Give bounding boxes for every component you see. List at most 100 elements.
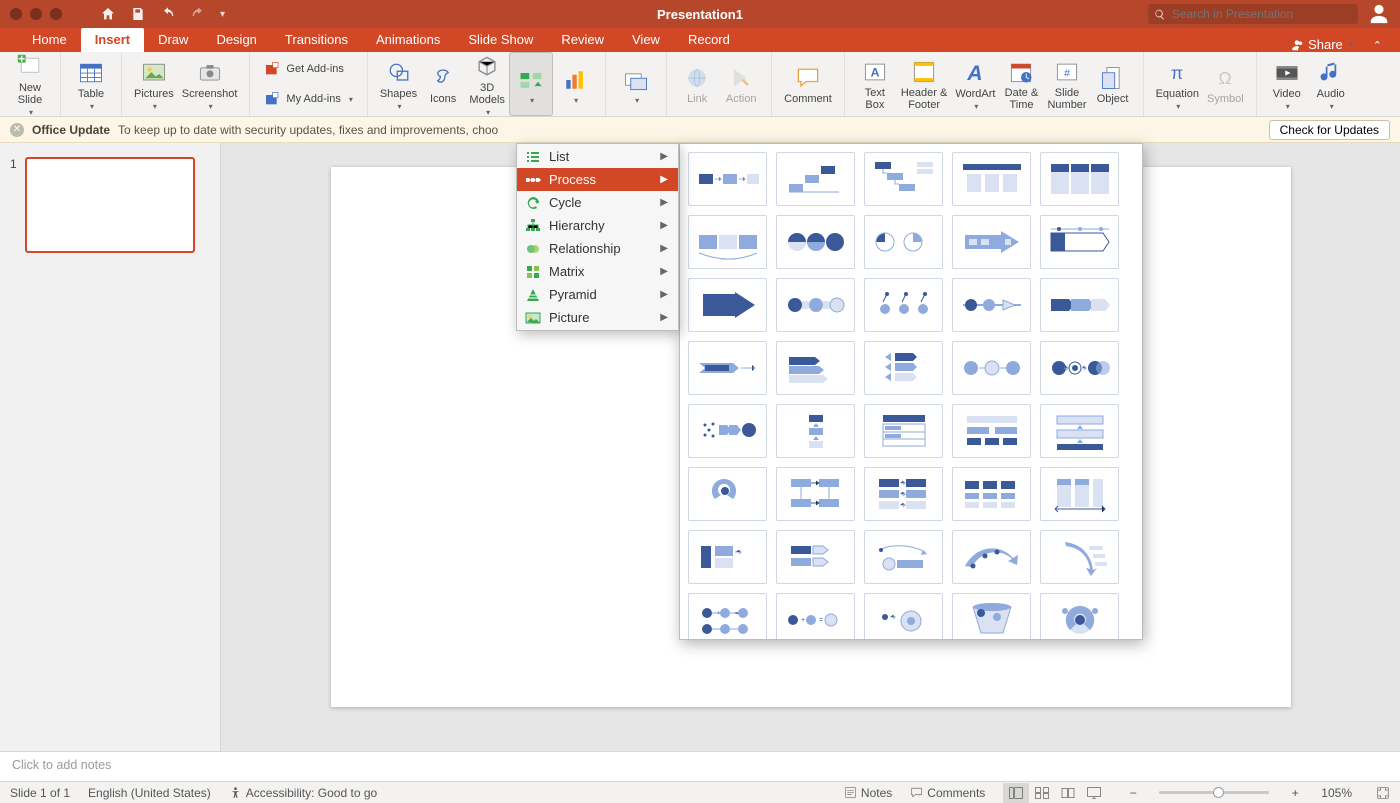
fit-to-window-icon[interactable] xyxy=(1376,786,1390,800)
smartart-layout-tile[interactable] xyxy=(776,215,855,269)
zoom-percentage[interactable]: 105% xyxy=(1321,786,1352,800)
search-input[interactable] xyxy=(1172,7,1352,21)
tab-view[interactable]: View xyxy=(618,28,674,52)
get-addins-button[interactable]: Get Add-ins xyxy=(258,56,358,82)
datetime-button[interactable]: Date & Time xyxy=(999,52,1043,116)
slide-sorter-view-button[interactable] xyxy=(1029,783,1055,803)
smartart-layout-tile[interactable] xyxy=(952,593,1031,639)
smartart-layout-tile[interactable] xyxy=(952,152,1031,206)
smartart-layout-tile[interactable] xyxy=(1040,215,1119,269)
smartart-layout-tile[interactable] xyxy=(688,215,767,269)
smartart-layout-tile[interactable] xyxy=(952,215,1031,269)
accessibility-status[interactable]: Accessibility: Good to go xyxy=(229,786,377,800)
normal-view-button[interactable] xyxy=(1003,783,1029,803)
smartart-layout-tile[interactable] xyxy=(864,467,943,521)
tab-design[interactable]: Design xyxy=(202,28,270,52)
chart-button[interactable]: ▾ xyxy=(553,52,597,116)
pictures-button[interactable]: Pictures ▾ xyxy=(130,52,178,116)
smartart-menu-pyramid[interactable]: Pyramid ▶ xyxy=(517,283,678,306)
tab-slideshow[interactable]: Slide Show xyxy=(454,28,547,52)
smartart-layout-tile[interactable] xyxy=(688,278,767,332)
smartart-layout-tile[interactable] xyxy=(688,152,767,206)
smartart-layout-tile[interactable] xyxy=(1040,593,1119,639)
icons-button[interactable]: Icons xyxy=(421,52,465,116)
smartart-layout-tile[interactable] xyxy=(1040,341,1119,395)
smartart-layout-tile[interactable] xyxy=(864,530,943,584)
close-window-button[interactable] xyxy=(10,8,22,20)
status-language[interactable]: English (United States) xyxy=(88,786,211,800)
qat-dropdown-icon[interactable]: ▾ xyxy=(220,9,225,20)
smartart-layout-tile[interactable] xyxy=(776,341,855,395)
object-button[interactable]: Object xyxy=(1091,52,1135,116)
search-box[interactable] xyxy=(1148,4,1358,24)
smartart-menu-process[interactable]: Process ▶ xyxy=(517,168,678,191)
smartart-button[interactable]: ▾ xyxy=(509,52,553,116)
table-button[interactable]: Table ▾ xyxy=(69,52,113,116)
minimize-window-button[interactable] xyxy=(30,8,42,20)
video-button[interactable]: Video ▾ xyxy=(1265,52,1309,116)
save-icon[interactable] xyxy=(130,6,146,22)
smartart-layout-tile[interactable] xyxy=(952,404,1031,458)
smartart-layout-tile[interactable] xyxy=(776,530,855,584)
comment-button[interactable]: Comment xyxy=(780,52,836,116)
notes-pane[interactable]: Click to add notes xyxy=(0,751,1400,781)
home-icon[interactable] xyxy=(100,6,116,22)
smartart-layout-tile[interactable]: += xyxy=(688,593,767,639)
smartart-layout-tile[interactable] xyxy=(864,593,943,639)
redo-icon[interactable] xyxy=(190,6,206,22)
tab-animations[interactable]: Animations xyxy=(362,28,454,52)
smartart-layout-tile[interactable]: += xyxy=(776,593,855,639)
smartart-layout-tile[interactable] xyxy=(952,341,1031,395)
new-slide-button[interactable]: New Slide ▾ xyxy=(8,52,52,116)
smartart-menu-matrix[interactable]: Matrix ▶ xyxy=(517,260,678,283)
tab-review[interactable]: Review xyxy=(547,28,618,52)
smartart-menu-cycle[interactable]: Cycle ▶ xyxy=(517,191,678,214)
zoom-button[interactable]: ▾ xyxy=(614,52,658,116)
smartart-layout-tile[interactable] xyxy=(864,341,943,395)
share-button[interactable]: Share ▾ xyxy=(1284,37,1359,52)
equation-button[interactable]: π Equation ▾ xyxy=(1152,52,1203,116)
user-account-icon[interactable] xyxy=(1368,3,1390,25)
smartart-layout-tile[interactable] xyxy=(1040,278,1119,332)
slide-thumbnail-1[interactable] xyxy=(25,157,195,253)
smartart-layout-tile[interactable] xyxy=(1040,467,1119,521)
smartart-layout-tile[interactable] xyxy=(688,341,767,395)
smartart-layout-tile[interactable] xyxy=(952,530,1031,584)
smartart-layout-tile[interactable] xyxy=(688,467,767,521)
smartart-menu-hierarchy[interactable]: Hierarchy ▶ xyxy=(517,214,678,237)
audio-button[interactable]: Audio ▾ xyxy=(1309,52,1353,116)
slide-number-button[interactable]: # Slide Number xyxy=(1043,52,1090,116)
collapse-ribbon-icon[interactable]: ⌃ xyxy=(1373,39,1382,52)
smartart-layout-tile[interactable] xyxy=(864,404,943,458)
smartart-layout-tile[interactable] xyxy=(952,467,1031,521)
notes-toggle-button[interactable]: Notes xyxy=(844,786,892,800)
smartart-menu-relationship[interactable]: Relationship ▶ xyxy=(517,237,678,260)
smartart-layout-tile[interactable] xyxy=(776,278,855,332)
smartart-layout-tile[interactable] xyxy=(952,278,1031,332)
3d-models-button[interactable]: 3D Models ▾ xyxy=(465,52,509,116)
smartart-layout-tile[interactable] xyxy=(864,215,943,269)
zoom-slider[interactable] xyxy=(1159,791,1269,794)
smartart-layout-tile[interactable] xyxy=(864,278,943,332)
zoom-in-button[interactable]: + xyxy=(1287,786,1303,800)
smartart-layout-tile[interactable] xyxy=(776,404,855,458)
smartart-layout-tile[interactable] xyxy=(776,467,855,521)
zoom-window-button[interactable] xyxy=(50,8,62,20)
smartart-layout-tile[interactable] xyxy=(776,152,855,206)
undo-icon[interactable] xyxy=(160,6,176,22)
smartart-layout-tile[interactable] xyxy=(864,152,943,206)
tab-record[interactable]: Record xyxy=(674,28,744,52)
header-footer-button[interactable]: Header & Footer xyxy=(897,52,951,116)
smartart-layout-tile[interactable] xyxy=(1040,404,1119,458)
smartart-menu-list[interactable]: List ▶ xyxy=(517,145,678,168)
zoom-slider-knob[interactable] xyxy=(1213,787,1224,798)
smartart-gallery-scroll[interactable]: +=+= xyxy=(680,144,1142,639)
smartart-layout-tile[interactable] xyxy=(1040,152,1119,206)
wordart-button[interactable]: A WordArt ▾ xyxy=(951,52,999,116)
smartart-layout-tile[interactable] xyxy=(1040,530,1119,584)
close-update-bar-icon[interactable]: ✕ xyxy=(10,123,24,137)
screenshot-button[interactable]: Screenshot ▾ xyxy=(178,52,242,116)
smartart-layout-tile[interactable] xyxy=(688,404,767,458)
tab-home[interactable]: Home xyxy=(18,28,81,52)
smartart-layout-tile[interactable] xyxy=(688,530,767,584)
